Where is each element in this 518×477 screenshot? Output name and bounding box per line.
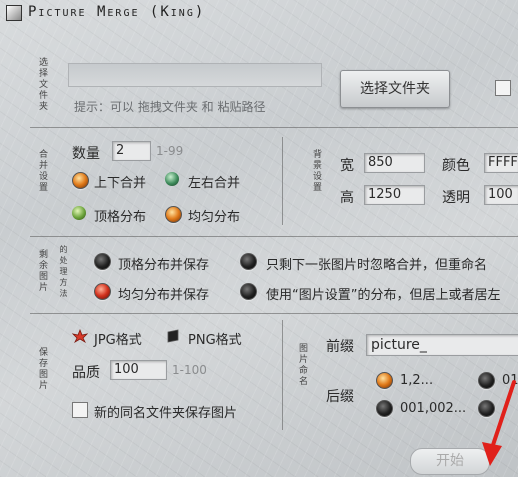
divider [282,320,283,430]
opacity-label: 透明 [442,190,470,206]
distribute-top-radio[interactable] [72,206,86,220]
color-input[interactable]: FFFF [484,153,518,173]
prefix-input[interactable]: picture_ [366,334,518,356]
jpg-format-label: JPG格式 [94,333,142,348]
remainder-ignore-rename-radio[interactable] [240,253,257,270]
opacity-input[interactable]: 100 [484,185,518,205]
remainder-even-save-label: 均匀分布并保存 [118,288,210,303]
app-icon [6,5,22,21]
save-section-label: 保存图片 [38,348,48,391]
divider [30,127,518,128]
window-title: Picture Merge (King) [28,4,206,20]
remainder-top-save-label: 顶格分布并保存 [118,258,210,273]
color-label: 颜色 [442,158,470,174]
count-input[interactable]: 2 [112,141,151,161]
suffix-number-label: 1,2... [400,373,434,388]
divider [30,236,518,237]
folder-path-input[interactable] [68,63,322,87]
merge-horizontal-label: 左右合并 [188,176,241,191]
count-label: 数量 [72,146,100,162]
quality-input[interactable]: 100 [110,360,167,380]
remainder-use-picture-settings-label: 使用“图片设置”的分布，但居上或者居左 [266,288,501,303]
merge-vertical-radio[interactable] [72,172,89,189]
merge-section-label: 合并设置 [38,150,48,193]
remainder-use-picture-settings-radio[interactable] [240,283,257,300]
remainder-top-save-radio[interactable] [94,253,111,270]
png-format-icon[interactable] [166,328,180,343]
height-label: 高 [340,190,354,206]
remainder-ignore-rename-label: 只剩下一张图片时忽略合并，但重命名 [266,258,488,273]
new-folder-checkbox[interactable] [72,402,88,418]
folder-section-label: 选择文件夹 [38,58,48,112]
start-button[interactable]: 开始 [410,448,490,475]
height-input[interactable]: 1250 [364,185,425,205]
remainder-section-label: 剩余图片 [38,250,48,293]
quality-label: 品质 [72,365,100,381]
divider [282,137,283,225]
naming-section-label: 图片命名 [298,344,308,387]
remainder-even-save-radio[interactable] [94,283,111,300]
merge-vertical-label: 上下合并 [94,176,147,191]
suffix-padded-radio[interactable] [376,400,393,417]
divider [30,313,518,314]
title-bar: Picture Merge (King) [0,0,518,26]
count-range: 1-99 [156,144,184,158]
width-label: 宽 [340,158,354,174]
top-right-checkbox[interactable] [495,80,511,96]
distribute-top-label: 顶格分布 [94,210,147,225]
distribute-even-label: 均匀分布 [188,210,241,225]
png-format-label: PNG格式 [188,333,242,348]
bg-section-label: 背景设置 [312,150,322,193]
remainder-section-sublabel: 的处理方法 [59,245,68,298]
merge-horizontal-radio[interactable] [165,172,179,186]
suffix-number-radio[interactable] [376,372,393,389]
jpg-flower-icon[interactable] [71,328,89,344]
select-folder-button[interactable]: 选择文件夹 [340,70,450,108]
suffix-padded-label: 001,002... [400,401,467,416]
width-input[interactable]: 850 [364,153,425,173]
suffix-label: 后缀 [326,389,354,405]
folder-hint: 提示：可以 拖拽文件夹 和 粘贴路径 [74,100,266,114]
new-folder-label: 新的同名文件夹保存图片 [94,406,238,421]
distribute-even-radio[interactable] [165,206,182,223]
annotation-arrow-icon [480,378,518,472]
quality-range: 1-100 [172,363,207,377]
prefix-label: 前缀 [326,339,354,355]
